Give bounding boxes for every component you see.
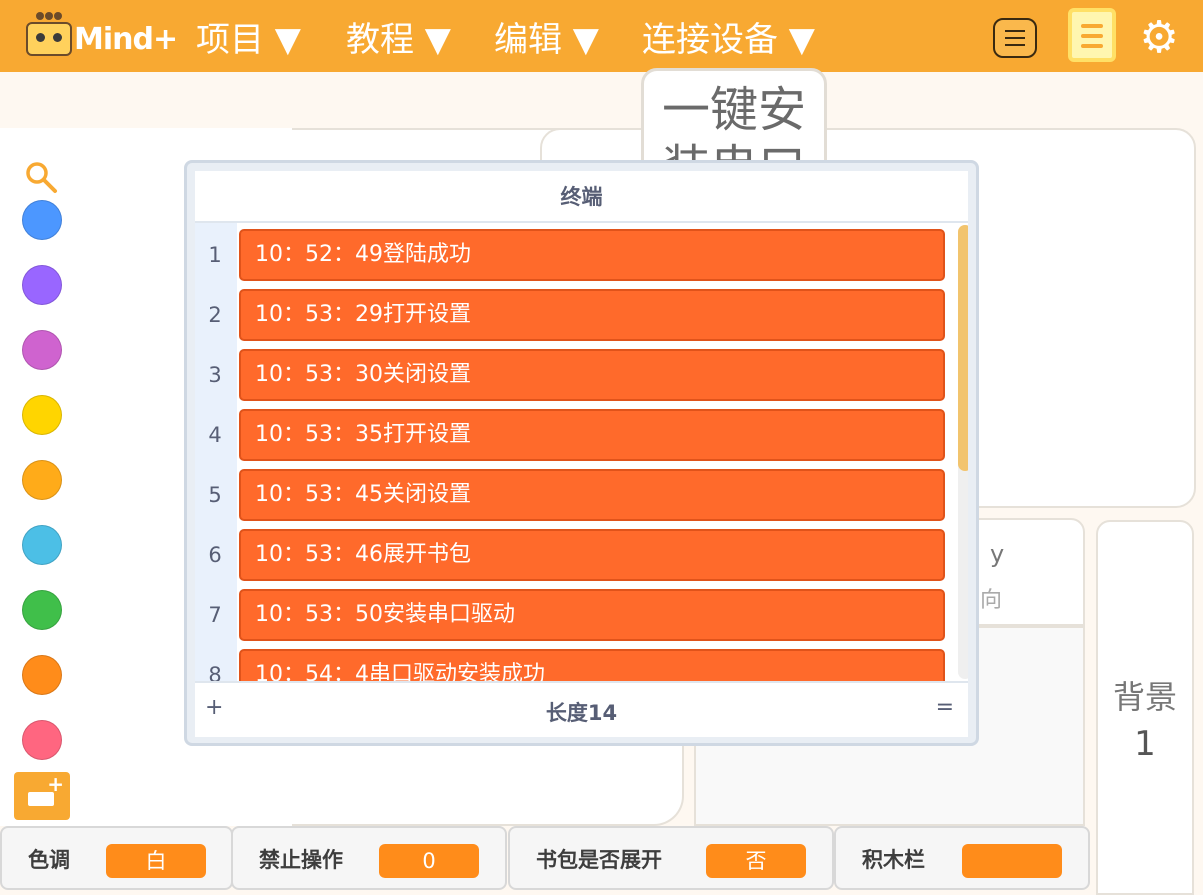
monitor-backpack-open: 书包是否展开 否 — [508, 826, 834, 890]
category-control-dot[interactable] — [22, 460, 62, 500]
monitor-block-bar: 积木栏 — [834, 826, 1090, 890]
monitor-label: 色调 — [28, 848, 70, 872]
resize-handle[interactable]: = — [936, 695, 954, 720]
list-item-value[interactable]: 10：53：30关闭设置 — [239, 349, 945, 401]
list-item-value[interactable]: 10：53：35打开设置 — [239, 409, 945, 461]
list-item-value[interactable]: 10：53：29打开设置 — [239, 289, 945, 341]
list-item-index: 1 — [208, 243, 222, 267]
terminal-footer: + 长度14 = — [195, 681, 968, 737]
backdrop-selector[interactable]: 背景 1 — [1096, 520, 1194, 895]
menu-tutorial[interactable]: 教程 ▼ — [346, 12, 451, 61]
list-item[interactable]: 2 10：53：29打开设置 — [195, 289, 955, 341]
list-item[interactable]: 3 10：53：30关闭设置 — [195, 349, 955, 401]
monitor-value: 否 — [706, 844, 806, 878]
category-variables-dot[interactable] — [22, 655, 62, 695]
monitor-value: 0 — [379, 844, 479, 878]
monitor-disable-operation: 禁止操作 0 — [231, 826, 507, 890]
scrollbar-thumb[interactable] — [958, 225, 968, 471]
menu-edit[interactable]: 编辑 ▼ — [494, 12, 599, 61]
category-looks-dot[interactable] — [22, 265, 62, 305]
list-item[interactable]: 6 10：53：46展开书包 — [195, 529, 955, 581]
category-sound-dot[interactable] — [22, 330, 62, 370]
category-motion-dot[interactable] — [22, 200, 62, 240]
terminal-list-body[interactable]: 1 10：52：49登陆成功 2 10：53：29打开设置 3 10：53：30关闭设置 4… — [195, 223, 968, 681]
menu-project[interactable]: 项目 ▼ — [196, 12, 301, 61]
list-item-value[interactable]: 10：53：46展开书包 — [239, 529, 945, 581]
monitor-label: 积木栏 — [862, 848, 925, 872]
sprite-direction-label: 向 — [980, 588, 1003, 613]
list-length-label: 长度14 — [545, 701, 618, 725]
monitor-label: 书包是否展开 — [536, 848, 662, 872]
top-menu-bar: Mind+ 项目 ▼ 教程 ▼ 编辑 ▼ 连接设备 ▼ ⚙ — [0, 0, 1203, 72]
terminal-title: 终端 — [195, 171, 968, 223]
sprite-y-label: y — [990, 540, 1005, 568]
add-extension-button[interactable]: + — [14, 772, 70, 820]
plus-icon: + — [47, 772, 64, 796]
backdrop-label: 背景 — [1112, 678, 1177, 716]
category-events-dot[interactable] — [22, 395, 62, 435]
search-icon[interactable] — [24, 160, 58, 194]
list-item[interactable]: 4 10：53：35打开设置 — [195, 409, 955, 461]
list-item-index: 8 — [208, 663, 222, 681]
list-item[interactable]: 7 10：53：50安装串口驱动 — [195, 589, 955, 641]
terminal-list-monitor[interactable]: 终端 1 10：52：49登陆成功 2 10：53：29打开设置 3 10：53：30关闭… — [184, 160, 979, 746]
list-item-value[interactable]: 10：52：49登陆成功 — [239, 229, 945, 281]
monitor-hue: 色调 白 — [0, 826, 233, 890]
list-item[interactable]: 1 10：52：49登陆成功 — [195, 229, 955, 281]
monitor-value — [962, 844, 1062, 878]
notebook-icon[interactable] — [1068, 8, 1116, 62]
gear-icon[interactable]: ⚙ — [1138, 16, 1180, 60]
list-item-index: 5 — [208, 483, 222, 507]
list-item[interactable]: 8 10：54：4串口驱动安装成功 — [195, 649, 955, 681]
menu-connect-device[interactable]: 连接设备 ▼ — [642, 12, 815, 61]
monitor-value: 白 — [106, 844, 206, 878]
list-item-value[interactable]: 10：54：4串口驱动安装成功 — [239, 649, 945, 681]
category-sensing-dot[interactable] — [22, 525, 62, 565]
menu-icon[interactable] — [993, 18, 1037, 58]
category-operators-dot[interactable] — [22, 590, 62, 630]
backdrop-count: 1 — [1134, 724, 1156, 764]
list-item-index: 2 — [208, 303, 222, 327]
list-item-index: 3 — [208, 363, 222, 387]
robot-logo-icon — [26, 22, 72, 56]
category-my-blocks-dot[interactable] — [22, 720, 62, 760]
list-item-value[interactable]: 10：53：45关闭设置 — [239, 469, 945, 521]
list-item[interactable]: 5 10：53：45关闭设置 — [195, 469, 955, 521]
list-item-index: 7 — [208, 603, 222, 627]
list-item-value[interactable]: 10：53：50安装串口驱动 — [239, 589, 945, 641]
monitor-label: 禁止操作 — [259, 848, 343, 872]
list-item-index: 6 — [208, 543, 222, 567]
logo-text: Mind+ — [74, 22, 178, 57]
list-item-index: 4 — [208, 423, 222, 447]
mind-plus-logo[interactable]: Mind+ — [26, 10, 186, 62]
